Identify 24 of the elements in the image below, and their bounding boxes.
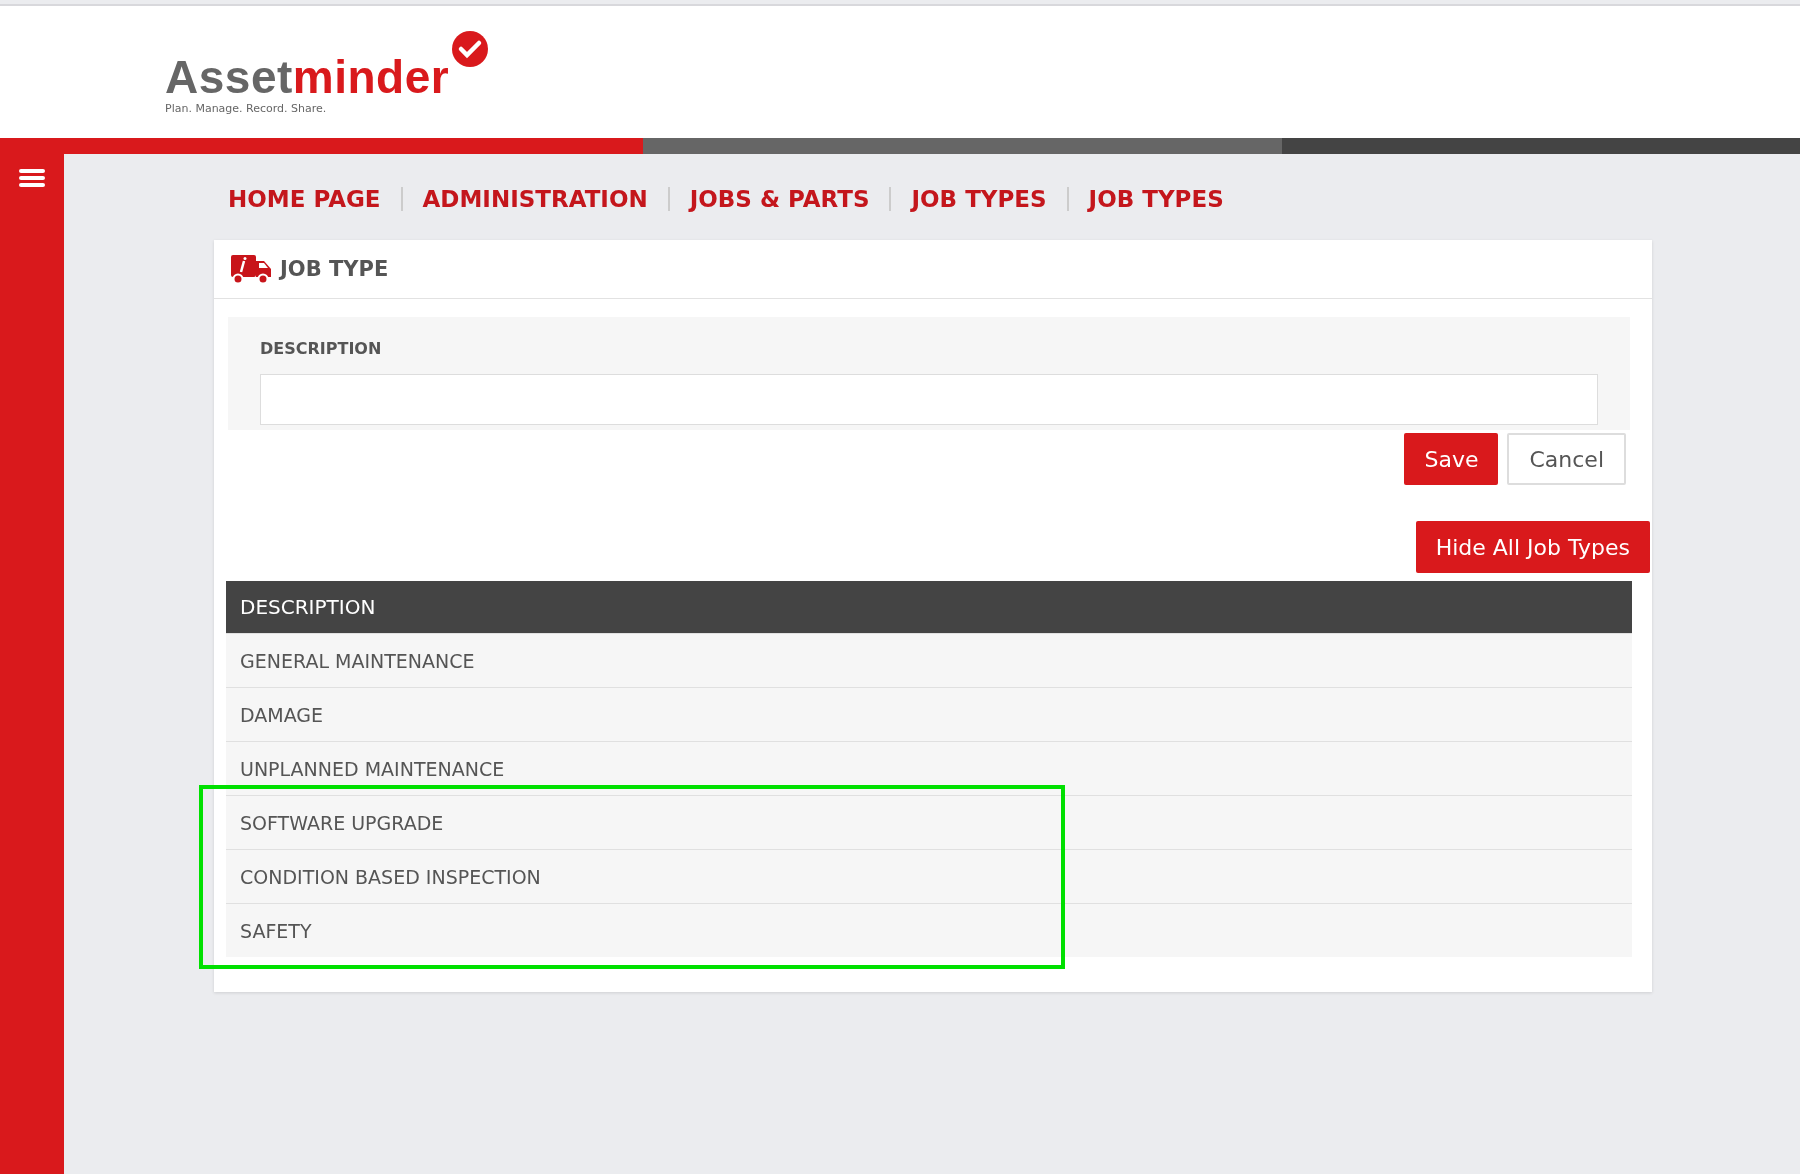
card-title: JOB TYPE (280, 257, 389, 281)
table-cell: CONDITION BASED INSPECTION (240, 865, 541, 888)
cancel-button[interactable]: Cancel (1507, 433, 1626, 485)
save-button[interactable]: Save (1404, 433, 1499, 485)
logo-wordmark: Assetminder (165, 54, 450, 100)
table-cell: GENERAL MAINTENANCE (240, 649, 475, 672)
field-label: DESCRIPTION (260, 339, 383, 358)
breadcrumb-link[interactable]: JOB TYPES (1088, 186, 1224, 212)
breadcrumb-link[interactable]: HOME PAGE (228, 186, 381, 212)
truck-icon (230, 253, 272, 285)
breadcrumb-link[interactable]: JOBS & PARTS (689, 186, 870, 212)
breadcrumb-link[interactable]: JOB TYPES (911, 186, 1047, 212)
description-input[interactable] (260, 374, 1598, 425)
table-cell: DAMAGE (240, 703, 324, 726)
table-cell: UNPLANNED MAINTENANCE (240, 757, 505, 780)
table-cell: SOFTWARE UPGRADE (240, 811, 444, 834)
hide-job-types-button[interactable]: Hide All Job Types (1415, 521, 1650, 573)
breadcrumb-link[interactable]: ADMINISTRATION (422, 186, 648, 212)
table-cell: SAFETY (240, 919, 312, 942)
check-circle-icon (451, 30, 490, 68)
menu-icon (19, 168, 45, 188)
logo-tagline: Plan. Manage. Record. Share. (165, 102, 328, 115)
column-header: DESCRIPTION (240, 595, 376, 619)
menu-button[interactable] (19, 168, 45, 190)
